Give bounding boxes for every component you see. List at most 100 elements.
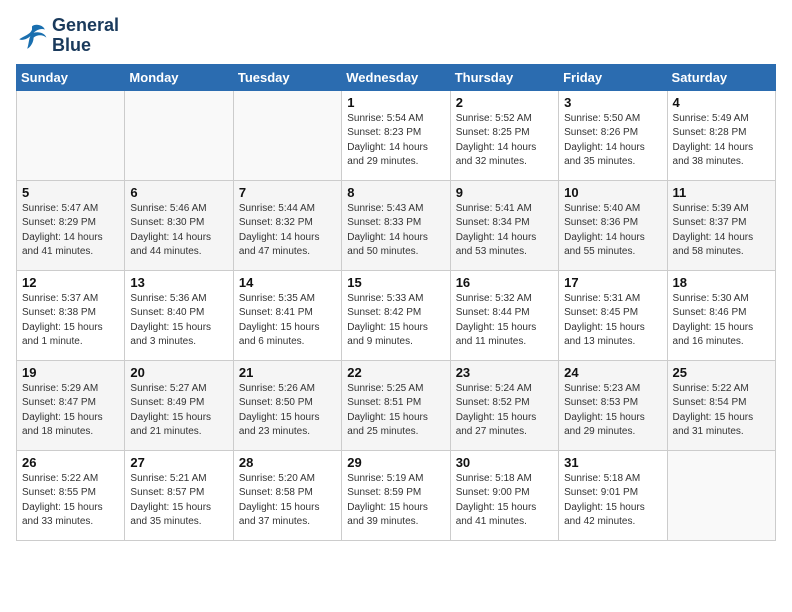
day-info: Sunrise: 5:36 AM Sunset: 8:40 PM Dayligh… [130, 292, 227, 350]
weekday-header-tuesday: Tuesday [233, 64, 341, 90]
weekday-header-wednesday: Wednesday [342, 64, 450, 90]
day-info: Sunrise: 5:46 AM Sunset: 8:30 PM Dayligh… [130, 202, 227, 260]
day-info: Sunrise: 5:27 AM Sunset: 8:49 PM Dayligh… [130, 382, 227, 440]
logo: General Blue [16, 16, 119, 56]
calendar-cell: 3Sunrise: 5:50 AM Sunset: 8:26 PM Daylig… [559, 90, 667, 180]
calendar-header-row: SundayMondayTuesdayWednesdayThursdayFrid… [17, 64, 776, 90]
calendar-table: SundayMondayTuesdayWednesdayThursdayFrid… [16, 64, 776, 541]
day-info: Sunrise: 5:20 AM Sunset: 8:58 PM Dayligh… [239, 472, 336, 530]
day-info: Sunrise: 5:33 AM Sunset: 8:42 PM Dayligh… [347, 292, 444, 350]
calendar-cell: 29Sunrise: 5:19 AM Sunset: 8:59 PM Dayli… [342, 450, 450, 540]
day-info: Sunrise: 5:47 AM Sunset: 8:29 PM Dayligh… [22, 202, 119, 260]
day-number: 19 [22, 365, 119, 380]
calendar-cell: 11 Sunrise: 5:39 AM Sunset: 8:37 PM Dayli… [667, 180, 775, 270]
weekday-header-thursday: Thursday [450, 64, 558, 90]
day-info: Sunrise: 5:25 AM Sunset: 8:51 PM Dayligh… [347, 382, 444, 440]
day-info: Sunrise: 5:23 AM Sunset: 8:53 PM Dayligh… [564, 382, 661, 440]
day-number: 21 [239, 365, 336, 380]
day-number: 2 [456, 95, 553, 110]
day-info: Sunrise: 5:21 AM Sunset: 8:57 PM Dayligh… [130, 472, 227, 530]
day-number: 18 [673, 275, 770, 290]
day-info: Sunrise: 5:26 AM Sunset: 8:50 PM Dayligh… [239, 382, 336, 440]
day-info: Sunrise: 5:35 AM Sunset: 8:41 PM Dayligh… [239, 292, 336, 350]
calendar-cell: 4 Sunrise: 5:49 AM Sunset: 8:28 PM Daylig… [667, 90, 775, 180]
day-number: 17 [564, 275, 661, 290]
day-number: 20 [130, 365, 227, 380]
day-info: Sunrise: 5:52 AM Sunset: 8:25 PM Dayligh… [456, 112, 553, 170]
day-number: 16 [456, 275, 553, 290]
day-number: 13 [130, 275, 227, 290]
calendar-cell: 27 Sunrise: 5:21 AM Sunset: 8:57 PM Dayli… [125, 450, 233, 540]
day-number: 27 [130, 455, 227, 470]
weekday-header-saturday: Saturday [667, 64, 775, 90]
calendar-cell: 1Sunrise: 5:54 AM Sunset: 8:23 PM Daylig… [342, 90, 450, 180]
calendar-cell [17, 90, 125, 180]
day-info: Sunrise: 5:49 AM Sunset: 8:28 PM Dayligh… [673, 112, 770, 170]
day-number: 22 [347, 365, 444, 380]
calendar-cell: 6Sunrise: 5:46 AM Sunset: 8:30 PM Daylig… [125, 180, 233, 270]
calendar-week-3: 12 Sunrise: 5:37 AM Sunset: 8:38 PM Dayli… [17, 270, 776, 360]
calendar-cell [233, 90, 341, 180]
calendar-cell: 16 Sunrise: 5:32 AM Sunset: 8:44 PM Dayli… [450, 270, 558, 360]
calendar-cell: 22 Sunrise: 5:25 AM Sunset: 8:51 PM Dayli… [342, 360, 450, 450]
day-info: Sunrise: 5:41 AM Sunset: 8:34 PM Dayligh… [456, 202, 553, 260]
calendar-cell [667, 450, 775, 540]
day-info: Sunrise: 5:50 AM Sunset: 8:26 PM Dayligh… [564, 112, 661, 170]
day-number: 9 [456, 185, 553, 200]
day-number: 28 [239, 455, 336, 470]
day-number: 15 [347, 275, 444, 290]
day-number: 12 [22, 275, 119, 290]
day-info: Sunrise: 5:39 AM Sunset: 8:37 PM Dayligh… [673, 202, 770, 260]
calendar-cell: 8 Sunrise: 5:43 AM Sunset: 8:33 PM Daylig… [342, 180, 450, 270]
day-info: Sunrise: 5:44 AM Sunset: 8:32 PM Dayligh… [239, 202, 336, 260]
calendar-cell: 5Sunrise: 5:47 AM Sunset: 8:29 PM Daylig… [17, 180, 125, 270]
calendar-cell: 14 Sunrise: 5:35 AM Sunset: 8:41 PM Dayli… [233, 270, 341, 360]
calendar-cell: 21 Sunrise: 5:26 AM Sunset: 8:50 PM Dayli… [233, 360, 341, 450]
day-info: Sunrise: 5:18 AM Sunset: 9:01 PM Dayligh… [564, 472, 661, 530]
calendar-week-5: 26 Sunrise: 5:22 AM Sunset: 8:55 PM Dayli… [17, 450, 776, 540]
day-number: 26 [22, 455, 119, 470]
day-number: 25 [673, 365, 770, 380]
day-number: 1 [347, 95, 444, 110]
day-info: Sunrise: 5:43 AM Sunset: 8:33 PM Dayligh… [347, 202, 444, 260]
calendar-week-4: 19 Sunrise: 5:29 AM Sunset: 8:47 PM Dayli… [17, 360, 776, 450]
calendar-cell: 17 Sunrise: 5:31 AM Sunset: 8:45 PM Dayli… [559, 270, 667, 360]
calendar-cell: 12 Sunrise: 5:37 AM Sunset: 8:38 PM Dayli… [17, 270, 125, 360]
day-number: 4 [673, 95, 770, 110]
day-info: Sunrise: 5:22 AM Sunset: 8:55 PM Dayligh… [22, 472, 119, 530]
logo-icon [16, 20, 48, 52]
day-info: Sunrise: 5:19 AM Sunset: 8:59 PM Dayligh… [347, 472, 444, 530]
calendar-cell: 10Sunrise: 5:40 AM Sunset: 8:36 PM Dayli… [559, 180, 667, 270]
day-number: 24 [564, 365, 661, 380]
day-info: Sunrise: 5:29 AM Sunset: 8:47 PM Dayligh… [22, 382, 119, 440]
day-info: Sunrise: 5:31 AM Sunset: 8:45 PM Dayligh… [564, 292, 661, 350]
calendar-week-1: 1Sunrise: 5:54 AM Sunset: 8:23 PM Daylig… [17, 90, 776, 180]
day-info: Sunrise: 5:37 AM Sunset: 8:38 PM Dayligh… [22, 292, 119, 350]
day-number: 7 [239, 185, 336, 200]
page-header: General Blue [16, 16, 776, 56]
calendar-week-2: 5Sunrise: 5:47 AM Sunset: 8:29 PM Daylig… [17, 180, 776, 270]
calendar-cell [125, 90, 233, 180]
day-number: 23 [456, 365, 553, 380]
day-number: 10 [564, 185, 661, 200]
day-info: Sunrise: 5:24 AM Sunset: 8:52 PM Dayligh… [456, 382, 553, 440]
calendar-cell: 18 Sunrise: 5:30 AM Sunset: 8:46 PM Dayli… [667, 270, 775, 360]
calendar-cell: 13 Sunrise: 5:36 AM Sunset: 8:40 PM Dayli… [125, 270, 233, 360]
calendar-cell: 30Sunrise: 5:18 AM Sunset: 9:00 PM Dayli… [450, 450, 558, 540]
calendar-cell: 20 Sunrise: 5:27 AM Sunset: 8:49 PM Dayli… [125, 360, 233, 450]
calendar-cell: 15 Sunrise: 5:33 AM Sunset: 8:42 PM Dayli… [342, 270, 450, 360]
logo-text: General Blue [52, 16, 119, 56]
day-info: Sunrise: 5:30 AM Sunset: 8:46 PM Dayligh… [673, 292, 770, 350]
day-number: 8 [347, 185, 444, 200]
day-number: 14 [239, 275, 336, 290]
day-number: 31 [564, 455, 661, 470]
calendar-cell: 24 Sunrise: 5:23 AM Sunset: 8:53 PM Dayli… [559, 360, 667, 450]
calendar-cell: 23 Sunrise: 5:24 AM Sunset: 8:52 PM Dayli… [450, 360, 558, 450]
weekday-header-monday: Monday [125, 64, 233, 90]
calendar-cell: 31 Sunrise: 5:18 AM Sunset: 9:01 PM Dayli… [559, 450, 667, 540]
calendar-cell: 9 Sunrise: 5:41 AM Sunset: 8:34 PM Daylig… [450, 180, 558, 270]
calendar-cell: 19 Sunrise: 5:29 AM Sunset: 8:47 PM Dayli… [17, 360, 125, 450]
day-info: Sunrise: 5:32 AM Sunset: 8:44 PM Dayligh… [456, 292, 553, 350]
day-number: 30 [456, 455, 553, 470]
day-number: 11 [673, 185, 770, 200]
